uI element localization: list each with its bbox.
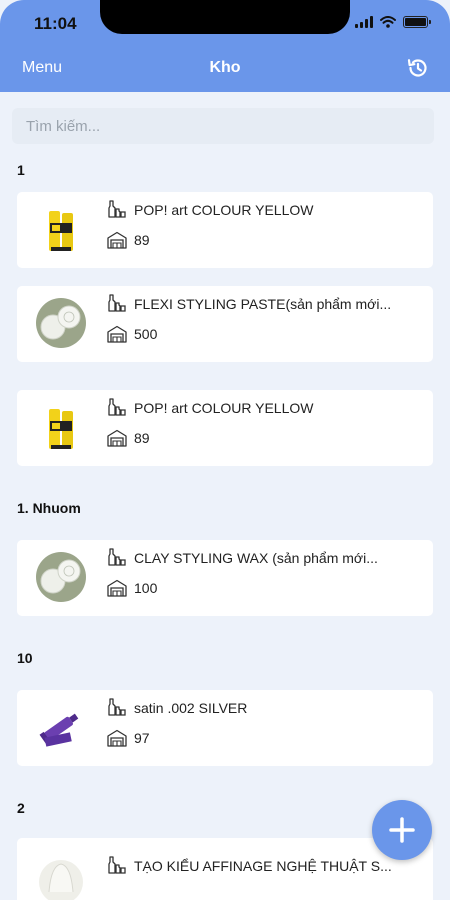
product-name: TẠO KIỂU AFFINAGE NGHỆ THUẬT S... [134,858,392,874]
status-icons [355,16,431,28]
section-title: 1 [17,162,25,178]
product-name: POP! art COLOUR YELLOW [134,400,314,416]
product-quantity: 97 [134,730,150,746]
product-name: POP! art COLOUR YELLOW [134,202,314,218]
warehouse-icon [107,579,127,597]
product-card[interactable]: CLAY STYLING WAX (sản phẩm mới... 100 [17,540,433,616]
warehouse-icon [107,325,127,343]
product-card[interactable]: POP! art COLOUR YELLOW 89 [17,192,433,268]
product-quantity: 89 [134,232,150,248]
warehouse-icon [107,729,127,747]
product-card[interactable]: TẠO KIỂU AFFINAGE NGHỆ THUẬT S... [17,838,433,900]
product-thumbnail [49,211,73,251]
product-name: satin .002 SILVER [134,700,248,716]
product-quantity: 89 [134,430,150,446]
product-icon [107,698,127,716]
product-quantity: 500 [134,326,158,342]
warehouse-icon [107,429,127,447]
history-icon[interactable] [406,56,430,80]
product-thumbnail [36,298,86,348]
section-title: 10 [17,650,33,666]
battery-icon [403,16,431,28]
product-name: FLEXI STYLING PASTE(sản phẩm mới... [134,296,392,312]
product-icon [107,294,127,312]
product-icon [107,548,127,566]
product-card[interactable]: satin .002 SILVER 97 [17,690,433,766]
warehouse-icon [107,231,127,249]
product-card[interactable]: POP! art COLOUR YELLOW 89 [17,390,433,466]
product-thumbnail [39,860,83,900]
product-quantity: 100 [134,580,158,596]
wifi-icon [380,16,396,28]
signal-icon [355,16,373,28]
menu-button[interactable]: Menu [22,59,62,77]
product-thumbnail [36,552,86,602]
product-icon [107,856,127,874]
device-notch [100,0,350,34]
product-card[interactable]: FLEXI STYLING PASTE(sản phẩm mới... 500 [17,286,433,362]
product-thumbnail [39,713,79,747]
search-input[interactable] [12,108,434,144]
product-name: CLAY STYLING WAX (sản phẩm mới... [134,550,378,566]
product-thumbnail [49,409,73,449]
status-time: 11:04 [34,14,77,33]
section-title: 1. Nhuom [17,500,81,516]
add-product-button[interactable] [372,800,432,860]
plus-icon [389,817,415,843]
product-icon [107,398,127,416]
product-icon [107,200,127,218]
section-title: 2 [17,800,25,816]
